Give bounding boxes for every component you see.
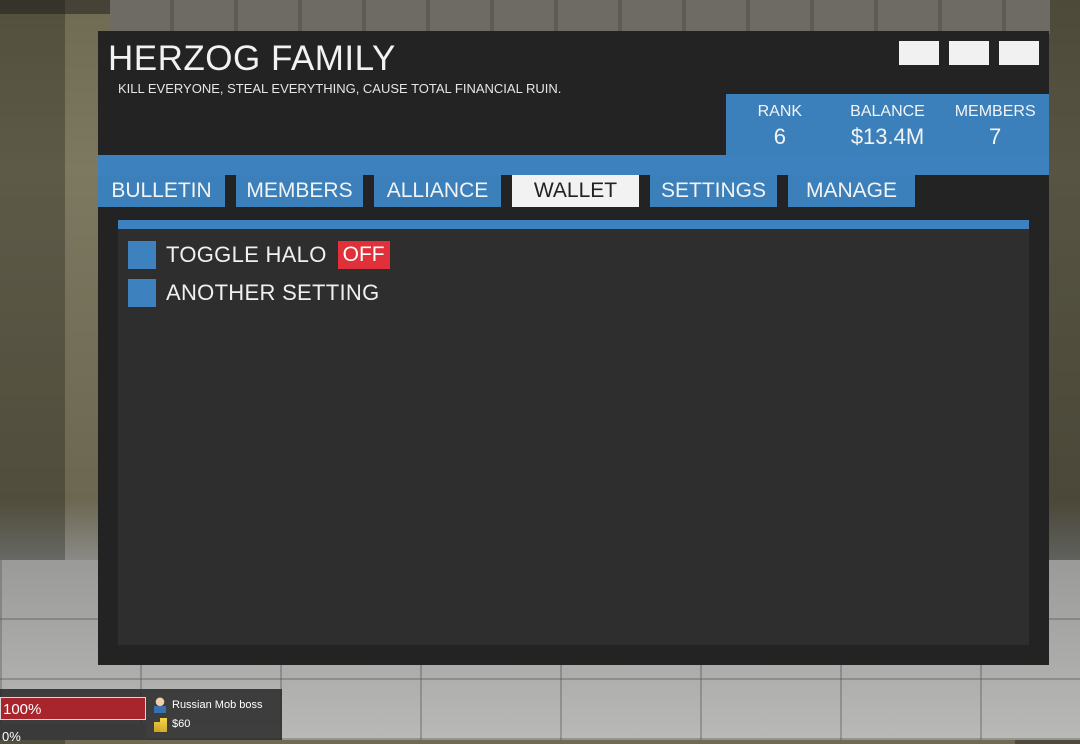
- tab-wallet[interactable]: WALLET: [512, 175, 639, 207]
- content-panel: TOGGLE HALO OFF ANOTHER SETTING: [118, 220, 1029, 645]
- family-name-title: HERZOG FAMILY: [108, 39, 396, 78]
- toggle-halo-state-badge: OFF: [337, 241, 390, 269]
- balance-stat: BALANCE $13.4M: [834, 94, 942, 156]
- members-stat: MEMBERS 7: [941, 94, 1049, 156]
- armor-bar: 0%: [0, 724, 146, 744]
- header-divider-bar: [98, 155, 1049, 175]
- window-button-3[interactable]: [999, 41, 1039, 65]
- members-label: MEMBERS: [954, 103, 1036, 120]
- health-bar: 100%: [0, 697, 146, 720]
- another-setting-checkbox[interactable]: [128, 279, 156, 307]
- family-stats-box: RANK 6 BALANCE $13.4M MEMBERS 7: [726, 94, 1049, 156]
- tab-settings[interactable]: SETTINGS: [650, 175, 777, 207]
- job-text: Russian Mob boss: [172, 699, 263, 711]
- rank-label: RANK: [757, 103, 803, 120]
- members-value: 7: [989, 124, 1002, 149]
- tab-manage[interactable]: MANAGE: [788, 175, 915, 207]
- setting-row-another-setting: ANOTHER SETTING: [128, 279, 380, 307]
- toggle-halo-checkbox[interactable]: [128, 241, 156, 269]
- armor-text: 0%: [2, 729, 21, 744]
- balance-value: $13.4M: [850, 124, 925, 149]
- money-text: $60: [172, 718, 191, 730]
- tab-bulletin[interactable]: BULLETIN: [98, 175, 225, 207]
- rank-stat: RANK 6: [726, 94, 834, 156]
- player-hud: 100% 0% Russian Mob boss $60: [0, 689, 282, 744]
- window-button-1[interactable]: [899, 41, 939, 65]
- tab-bar: BULLETIN MEMBERS ALLIANCE WALLET SETTING…: [98, 175, 926, 207]
- tab-alliance[interactable]: ALLIANCE: [374, 175, 501, 207]
- setting-row-toggle-halo: TOGGLE HALO OFF: [128, 241, 390, 269]
- money-icon: [152, 716, 168, 732]
- money-line: $60: [152, 716, 190, 732]
- toggle-halo-label: TOGGLE HALO: [166, 242, 327, 267]
- job-line: Russian Mob boss: [152, 697, 263, 713]
- window-button-2[interactable]: [949, 41, 989, 65]
- family-motto: KILL EVERYONE, STEAL EVERYTHING, CAUSE T…: [118, 81, 562, 96]
- balance-label: BALANCE: [850, 103, 925, 120]
- another-setting-label: ANOTHER SETTING: [166, 280, 380, 305]
- health-text: 100%: [3, 701, 42, 718]
- job-icon: [152, 697, 168, 713]
- family-menu-window: HERZOG FAMILY KILL EVERYONE, STEAL EVERY…: [98, 31, 1049, 665]
- rank-value: 6: [773, 124, 786, 149]
- game-background-wall: [110, 0, 1050, 34]
- tab-members[interactable]: MEMBERS: [236, 175, 363, 207]
- panel-top-strip: [118, 220, 1029, 229]
